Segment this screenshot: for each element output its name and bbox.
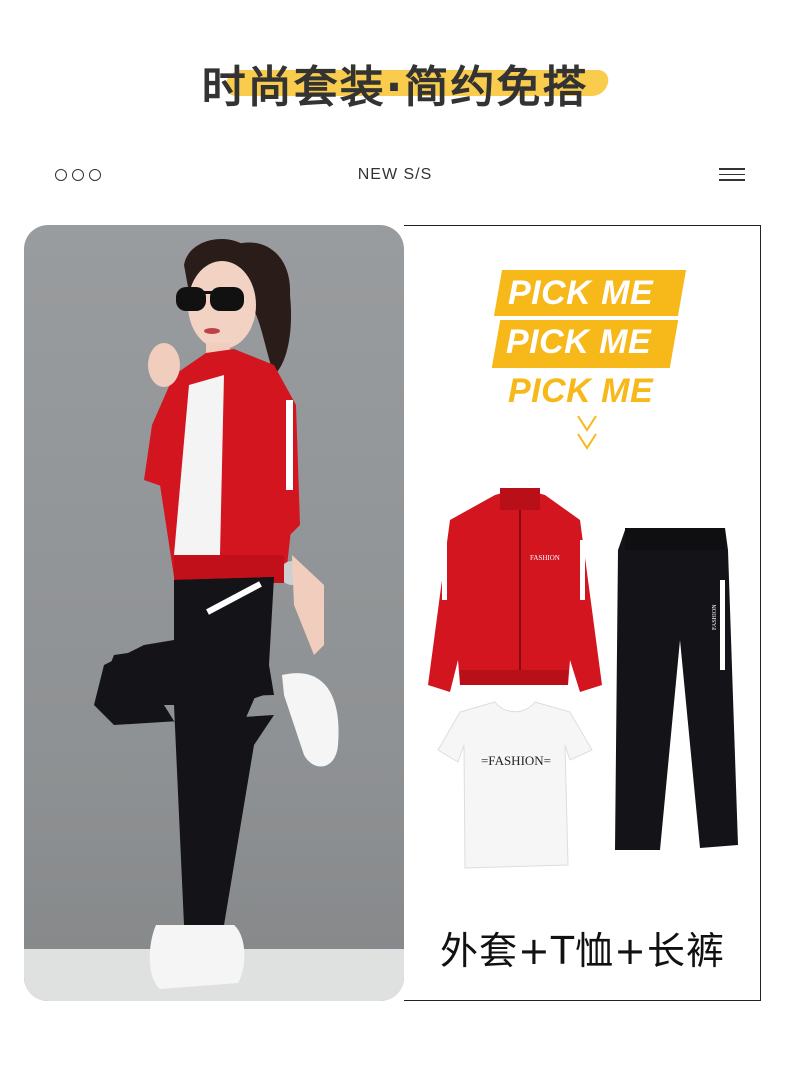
set-caption: 外套+T恤+长裤: [440, 929, 725, 973]
white-tshirt-item: =FASHION=: [437, 701, 593, 869]
pants-print: FASHION: [712, 604, 718, 630]
product-flatlay: FASHION =FASHION= FASHION: [428, 488, 738, 869]
promo-line-3: PICK ME: [508, 372, 654, 410]
hamburger-menu-icon[interactable]: [719, 168, 745, 182]
collection-label: NEW S/S: [357, 166, 433, 183]
headline-text: 时尚套装·简约免搭: [201, 62, 589, 113]
page-headline: 时尚套装·简约免搭: [0, 58, 790, 118]
promo-line-1: PICK ME: [508, 274, 654, 312]
promo-line-2: PICK ME: [506, 323, 652, 361]
double-chevron-down-icon: [577, 415, 597, 450]
model-photo: [24, 225, 404, 1001]
model-illustration: [94, 238, 339, 989]
top-bar: NEW S/S: [0, 160, 790, 192]
red-jacket-item: FASHION: [428, 488, 602, 692]
black-pants-item: FASHION: [615, 528, 738, 850]
tshirt-print: =FASHION=: [481, 753, 551, 768]
jacket-print: FASHION: [530, 554, 560, 562]
